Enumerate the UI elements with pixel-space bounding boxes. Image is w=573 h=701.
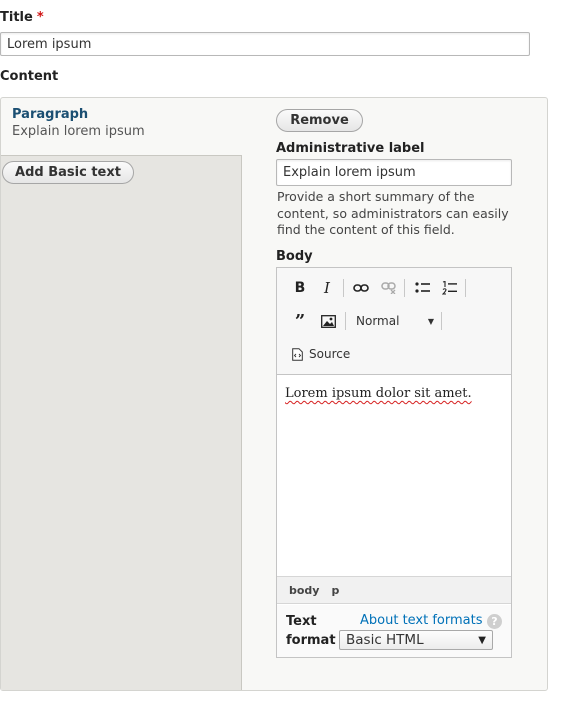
add-basic-text-button[interactable]: Add Basic text [2, 161, 134, 184]
chevron-down-icon: ▼ [427, 316, 434, 326]
numbered-list-button[interactable] [440, 279, 460, 297]
toolbar-separator [465, 279, 466, 297]
help-icon[interactable]: ? [487, 614, 502, 629]
required-marker: * [36, 10, 44, 25]
paragraph-item-summary: Explain lorem ipsum [12, 124, 145, 139]
text-format-label-line1: Text [286, 614, 317, 629]
paragraph-list-item[interactable]: Paragraph Explain lorem ipsum [12, 107, 232, 139]
admin-label-value: Explain lorem ipsum [283, 165, 416, 180]
editor-content-area[interactable]: Lorem ipsum dolor sit amet. [277, 376, 511, 576]
toolbar-separator [441, 312, 442, 330]
insert-image-button[interactable] [318, 312, 338, 330]
text-format-select-value: Basic HTML [346, 632, 424, 648]
numbered-list-icon [442, 281, 457, 295]
remove-button[interactable]: Remove [276, 109, 363, 132]
toolbar-separator [404, 279, 405, 297]
source-button[interactable]: Source [292, 345, 350, 363]
bulleted-list-button[interactable] [413, 279, 433, 297]
unlink-icon [381, 282, 396, 294]
description-line: find the content of this field. [277, 222, 455, 237]
path-p[interactable]: p [331, 584, 339, 597]
title-input[interactable]: Lorem ipsum [0, 32, 530, 56]
about-text-formats-link[interactable]: About text formats [360, 613, 483, 628]
body-label: Body [276, 249, 313, 264]
toolbar-separator [345, 312, 346, 330]
source-label: Source [309, 347, 351, 361]
description-line: content, so administrators can easily [277, 205, 509, 221]
unlink-button[interactable] [379, 279, 399, 297]
text-format-select[interactable]: Basic HTML ▼ [339, 630, 493, 650]
admin-label-input[interactable]: Explain lorem ipsum [276, 159, 512, 186]
heading-select[interactable]: Normal ▼ [352, 312, 438, 330]
bold-glyph: B [294, 280, 306, 296]
link-button[interactable] [351, 279, 371, 297]
admin-label-heading: Administrative label [276, 141, 425, 156]
bold-button[interactable]: B [290, 279, 310, 297]
description-line: Provide a short summary of the [277, 189, 475, 204]
link-icon [353, 284, 369, 292]
chevron-down-icon: ▼ [478, 634, 486, 646]
path-body[interactable]: body [289, 584, 319, 597]
bulleted-list-icon [415, 282, 430, 293]
editor-paragraph: Lorem ipsum dolor sit amet. [285, 386, 472, 401]
heading-select-value: Normal [356, 314, 400, 328]
admin-label-description: Provide a short summary of the content, … [277, 189, 537, 239]
content-label: Content [0, 69, 59, 84]
title-label: Title * [0, 10, 44, 25]
text-format-label-line2: format [286, 633, 336, 648]
title-input-value: Lorem ipsum [7, 36, 92, 52]
title-label-text: Title [0, 10, 33, 25]
text-format-label: Text format [286, 612, 336, 650]
element-path-bar: body p [277, 576, 511, 604]
italic-button[interactable]: I [317, 279, 337, 297]
paragraph-list-panel [1, 155, 242, 690]
image-icon [320, 314, 336, 328]
quote-icon: ” [294, 310, 306, 332]
paragraph-item-title: Paragraph [12, 107, 89, 122]
toolbar-separator [343, 279, 344, 297]
blockquote-button[interactable]: ” [290, 310, 310, 332]
source-icon [292, 347, 303, 361]
italic-glyph: I [324, 279, 330, 297]
